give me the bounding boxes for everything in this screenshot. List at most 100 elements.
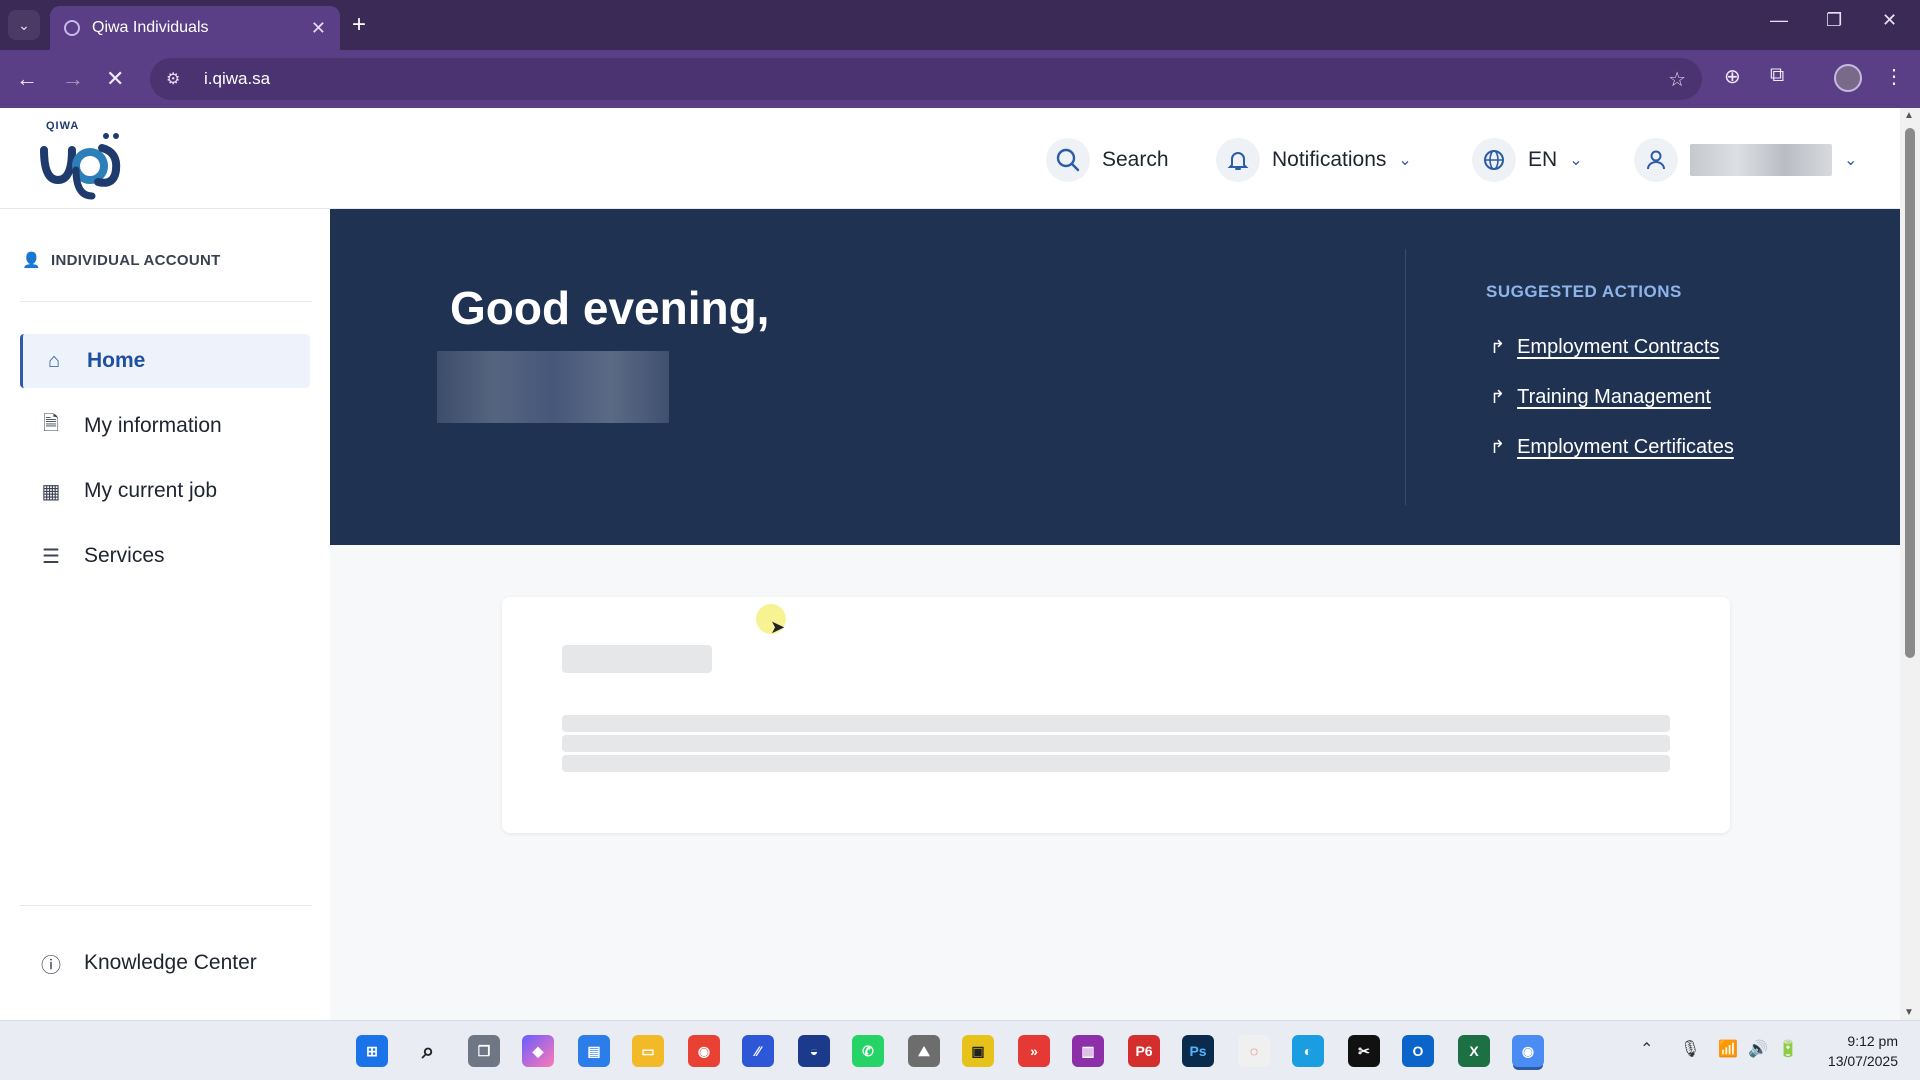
suggested-action-training-management[interactable]: ↱ Training Management (1490, 386, 1711, 409)
photoshop-icon[interactable]: Ps (1182, 1035, 1214, 1067)
suggested-action-label[interactable]: Employment Contracts (1517, 336, 1719, 359)
document-icon: 🗎 (42, 413, 60, 435)
header-notifications[interactable]: Notifications ⌄ (1216, 138, 1412, 182)
loading-card (502, 597, 1730, 833)
site-settings-icon[interactable]: ⚙ (166, 69, 188, 89)
copilot-icon[interactable]: ◆ (522, 1035, 554, 1067)
primavera-icon[interactable]: P6 (1128, 1035, 1160, 1067)
system-clock[interactable]: 9:12 pm 13/07/2025 (1818, 1031, 1898, 1071)
sidebar-item-my-information[interactable]: 🗎 My information (20, 399, 310, 453)
window-close-icon[interactable]: ✕ (1882, 10, 1897, 31)
stop-loading-icon[interactable]: ✕ (106, 64, 124, 94)
sidebar-item-services[interactable]: ☰ Services (20, 529, 310, 583)
browser-tab[interactable]: Qiwa Individuals ✕ (50, 6, 340, 50)
add-extension-icon[interactable]: ⊕ (1724, 64, 1741, 89)
scrollbar-thumb[interactable] (1905, 128, 1915, 658)
edge-icon[interactable]: ◐ (1292, 1035, 1324, 1067)
sidebar-item-knowledge-center[interactable]: ⓘ Knowledge Center (20, 936, 310, 990)
suggested-action-employment-certificates[interactable]: ↱ Employment Certificates (1490, 436, 1734, 459)
sidebar-item-label: Knowledge Center (84, 951, 257, 974)
sidebar-item-my-current-job[interactable]: ▦ My current job (20, 464, 310, 518)
store-icon[interactable]: ▤ (578, 1035, 610, 1067)
app-icon[interactable]: ▣ (962, 1035, 994, 1067)
wifi-icon[interactable]: 📶 (1718, 1039, 1738, 1059)
page-scrollbar[interactable]: ▲ ▼ (1900, 108, 1920, 1020)
header-search[interactable]: Search (1046, 138, 1169, 182)
header-language[interactable]: EN ⌄ (1472, 138, 1583, 182)
suggested-actions-title: SUGGESTED ACTIONS (1486, 282, 1682, 301)
capcut-icon[interactable]: ✂ (1348, 1035, 1380, 1067)
restore-icon[interactable]: ❐ (1826, 10, 1842, 31)
banner-divider (1405, 249, 1406, 505)
skeleton-line (562, 715, 1670, 732)
whatsapp-icon[interactable]: ✆ (852, 1035, 884, 1067)
tray-overflow-icon[interactable]: ⌃ (1640, 1039, 1653, 1059)
browser-tab-bar: ⌄ Qiwa Individuals ✕ + — ❐ ✕ (0, 0, 1920, 50)
browser-profile-avatar[interactable] (1834, 64, 1862, 92)
winrar-icon[interactable]: ▥ (1072, 1035, 1104, 1067)
url-text[interactable]: i.qiwa.sa (204, 69, 1668, 89)
scroll-down-icon[interactable]: ▼ (1904, 1007, 1914, 1018)
logo-mark-icon (40, 133, 121, 200)
redirect-arrow-icon: ↱ (1490, 337, 1506, 357)
suggested-action-employment-contracts[interactable]: ↱ Employment Contracts (1490, 336, 1719, 359)
qiwa-logo[interactable]: QIWA (36, 120, 126, 200)
new-tab-button[interactable]: + (352, 12, 366, 38)
tab-search-button[interactable]: ⌄ (8, 10, 40, 40)
search-label: Search (1102, 148, 1169, 171)
redirect-arrow-icon: ↱ (1490, 387, 1506, 407)
home-icon: ⌂ (47, 349, 61, 372)
skeleton-title (562, 645, 712, 673)
taskbar-search-icon[interactable]: ⌕ (412, 1035, 444, 1067)
tab-close-icon[interactable]: ✕ (311, 18, 326, 39)
chrome-active-icon[interactable]: ◉ (1512, 1035, 1544, 1067)
header-user-menu[interactable]: ⌄ (1634, 138, 1857, 182)
account-type: 👤 INDIVIDUAL ACCOUNT (22, 251, 221, 270)
tab-favicon-icon (64, 20, 80, 36)
chevron-down-icon: ⌄ (1398, 152, 1412, 169)
search-icon (1046, 138, 1090, 182)
windows-start-icon[interactable]: ⊞ (356, 1035, 388, 1067)
bookmark-star-icon[interactable]: ☆ (1668, 67, 1686, 92)
forward-icon[interactable]: → (62, 64, 84, 94)
microphone-icon[interactable]: 🎙 (1680, 1039, 1700, 1059)
info-icon: ⓘ (41, 954, 61, 977)
app-icon[interactable]: ◌ (1238, 1035, 1270, 1067)
battery-icon[interactable]: 🔋 (1778, 1039, 1798, 1059)
sidebar-divider (20, 301, 312, 302)
skeleton-line (562, 735, 1670, 752)
mouse-pointer-icon: ➤ (770, 617, 786, 637)
task-view-icon[interactable]: ❐ (468, 1035, 500, 1067)
app-icon[interactable]: ⛰ (908, 1035, 940, 1067)
volume-icon[interactable]: 🔊 (1748, 1039, 1768, 1059)
sidebar-item-label: My current job (84, 479, 218, 502)
greeting-text: Good evening, (450, 282, 770, 334)
user-name-redacted (437, 351, 669, 423)
clock-time: 9:12 pm (1847, 1033, 1898, 1049)
address-bar[interactable]: ⚙ i.qiwa.sa ☆ (150, 58, 1702, 100)
app-icon[interactable]: » (1018, 1035, 1050, 1067)
app-icon[interactable]: ⁄⁄ (742, 1035, 774, 1067)
scroll-up-icon[interactable]: ▲ (1904, 110, 1914, 121)
app-icon[interactable]: ◒ (798, 1035, 830, 1067)
sidebar-item-home[interactable]: ⌂ Home (20, 334, 310, 388)
sidebar-item-label: My information (84, 414, 222, 437)
sidebar-item-label: Home (87, 349, 146, 372)
notifications-label: Notifications (1272, 148, 1387, 171)
excel-icon[interactable]: X (1458, 1035, 1490, 1067)
user-name-redacted (1690, 144, 1832, 176)
extensions-puzzle-icon[interactable]: ⧉ (1770, 64, 1784, 87)
welcome-banner: Good evening, SUGGESTED ACTIONS ↱ Employ… (330, 209, 1900, 545)
browser-toolbar: ← → ✕ ⚙ i.qiwa.sa ☆ ⊕ ⧉ ⋮ (0, 50, 1920, 108)
outlook-icon[interactable]: O (1402, 1035, 1434, 1067)
file-explorer-icon[interactable]: ▭ (632, 1035, 664, 1067)
back-icon[interactable]: ← (16, 64, 38, 94)
chevron-down-icon: ⌄ (1844, 152, 1858, 169)
sidebar: 👤 INDIVIDUAL ACCOUNT ⌂ Home 🗎 My informa… (0, 209, 330, 1020)
chrome-app-icon[interactable]: ◉ (688, 1035, 720, 1067)
browser-menu-icon[interactable]: ⋮ (1884, 64, 1904, 89)
suggested-action-label[interactable]: Employment Certificates (1517, 436, 1734, 459)
sidebar-item-label: Services (84, 544, 165, 567)
minimize-icon[interactable]: — (1770, 10, 1788, 31)
suggested-action-label[interactable]: Training Management (1517, 386, 1711, 409)
